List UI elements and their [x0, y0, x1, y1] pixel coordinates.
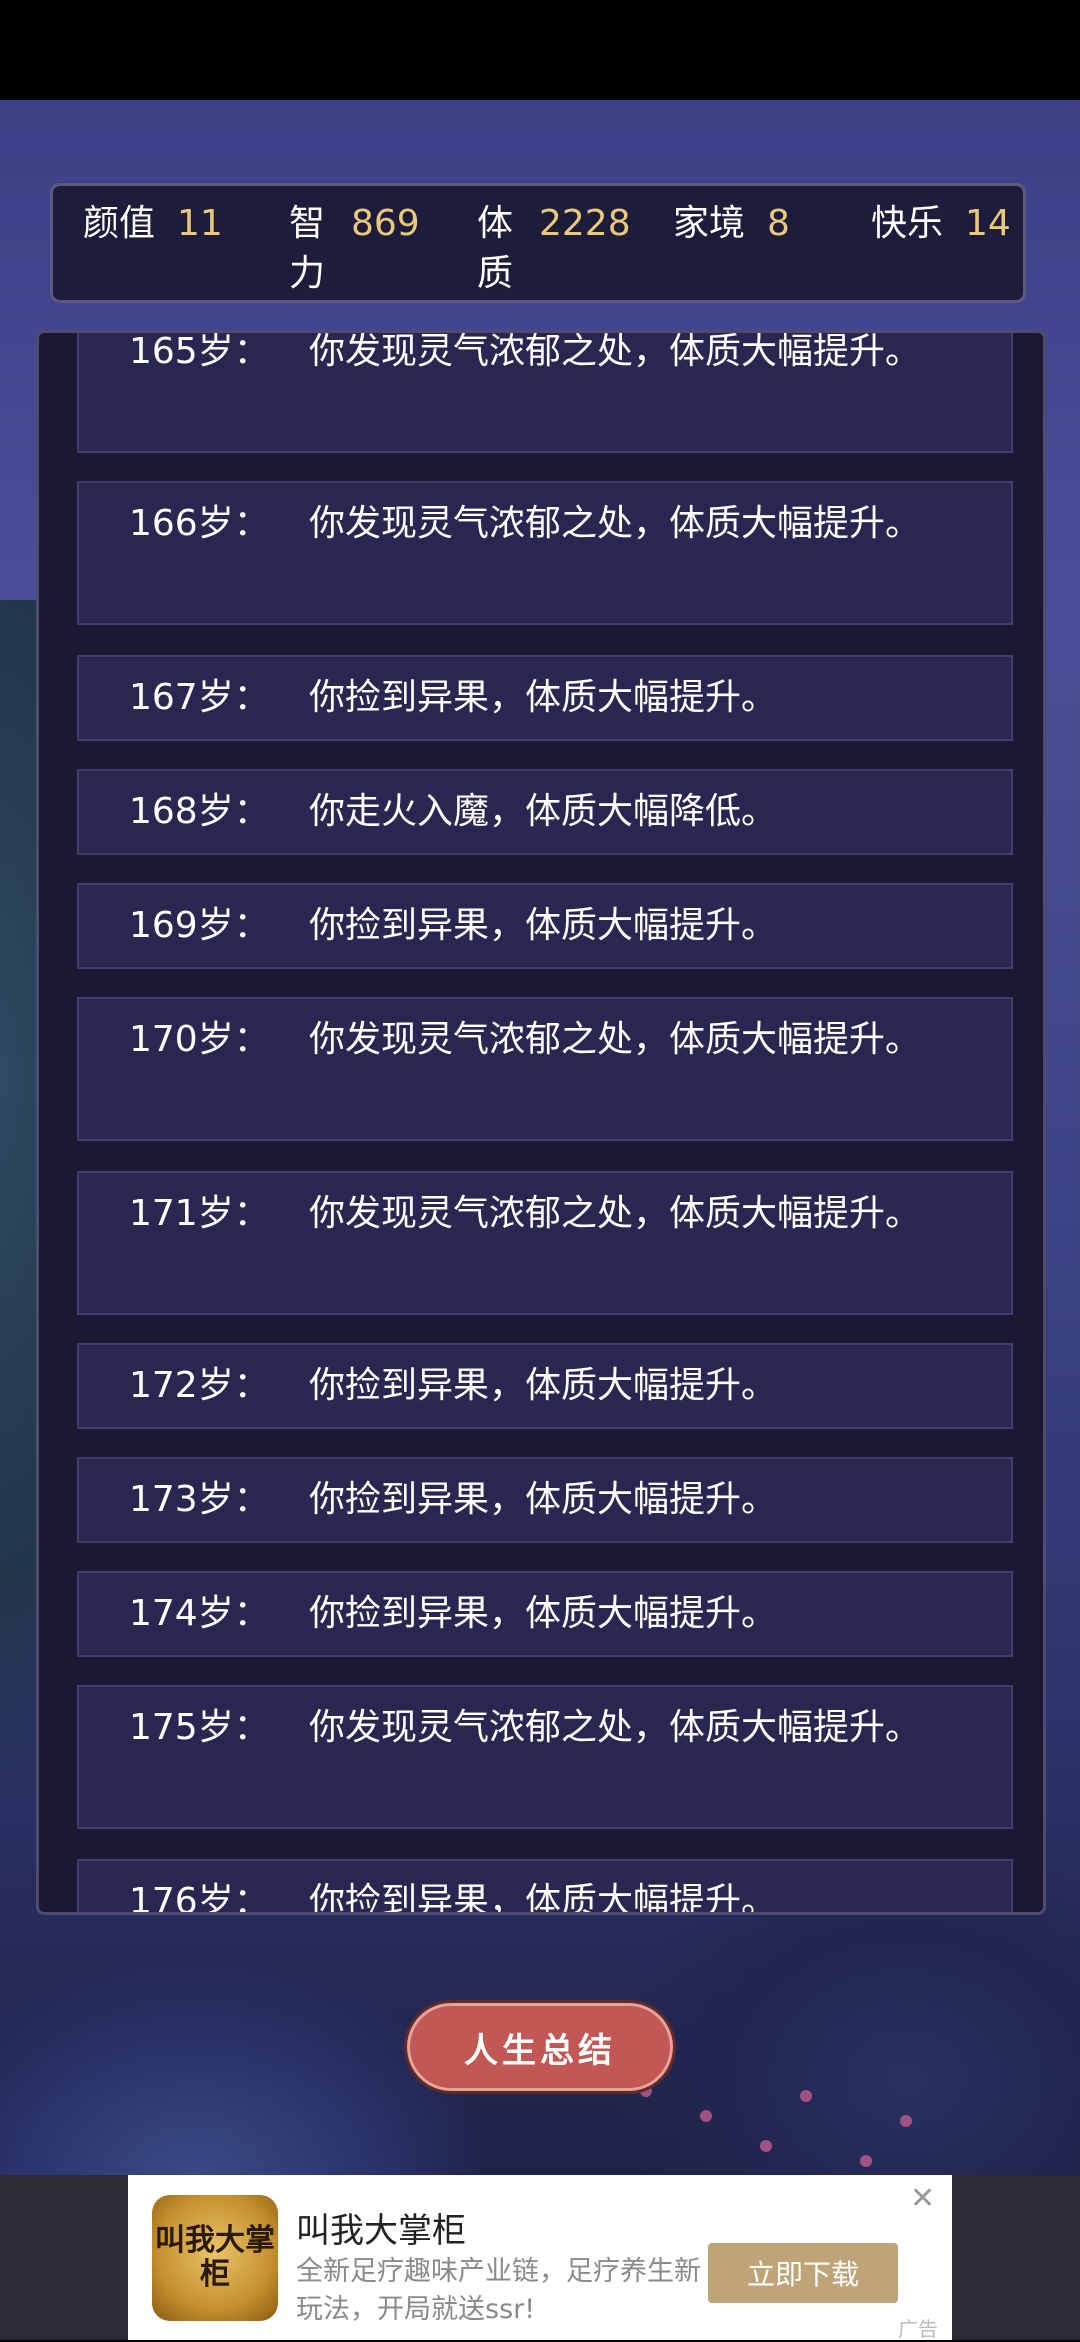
stat-label: 体质: [477, 203, 514, 294]
event-text: 你发现灵气浓郁之处，体质大幅提升。: [309, 1019, 922, 1060]
stat-value: 11: [177, 203, 223, 244]
ad-label: 广告: [898, 2317, 938, 2341]
ad-title[interactable]: 叫我大掌柜: [296, 2203, 466, 2252]
stat-value: 8: [767, 203, 790, 244]
event-item: 166岁： 你发现灵气浓郁之处，体质大幅提升。: [77, 481, 1013, 625]
event-age: 168岁：: [129, 791, 270, 832]
event-item: 169岁： 你捡到异果，体质大幅提升。: [77, 883, 1013, 969]
close-icon[interactable]: ✕: [910, 2181, 935, 2216]
ad-description[interactable]: 全新足疗趣味产业链，足疗养生新玩法，开局就送ssr!: [296, 2253, 706, 2329]
event-age: 172岁：: [129, 1365, 270, 1406]
event-item: 168岁： 你走火入魔，体质大幅降低。: [77, 769, 1013, 855]
stat-family: 家境 8: [673, 199, 790, 249]
event-age: 175岁：: [129, 1707, 270, 1748]
event-text: 你发现灵气浓郁之处，体质大幅提升。: [309, 331, 922, 372]
life-events-panel[interactable]: 165岁： 你发现灵气浓郁之处，体质大幅提升。 166岁： 你发现灵气浓郁之处，…: [36, 330, 1046, 1915]
event-text: 你发现灵气浓郁之处，体质大幅提升。: [309, 1193, 922, 1234]
stat-appearance: 颜值 11: [83, 199, 223, 249]
event-age: 166岁：: [129, 503, 270, 544]
event-age: 169岁：: [129, 905, 270, 946]
stat-intelligence: 智力 869: [289, 199, 420, 299]
event-text: 你捡到异果，体质大幅提升。: [309, 905, 778, 946]
stat-value: 14: [965, 203, 1011, 244]
event-text: 你发现灵气浓郁之处，体质大幅提升。: [309, 1707, 922, 1748]
event-text: 你发现灵气浓郁之处，体质大幅提升。: [309, 503, 922, 544]
event-text: 你捡到异果，体质大幅提升。: [309, 1479, 778, 1520]
ad-app-logo[interactable]: 叫我大掌柜: [152, 2195, 278, 2321]
event-text: 你走火入魔，体质大幅降低。: [309, 791, 778, 832]
stat-label: 家境: [673, 203, 746, 244]
stat-label: 智力: [289, 203, 326, 294]
event-age: 165岁：: [129, 331, 270, 372]
event-item: 170岁： 你发现灵气浓郁之处，体质大幅提升。: [77, 997, 1013, 1141]
event-age: 170岁：: [129, 1019, 270, 1060]
event-item: 165岁： 你发现灵气浓郁之处，体质大幅提升。: [77, 331, 1013, 453]
event-item: 171岁： 你发现灵气浓郁之处，体质大幅提升。: [77, 1171, 1013, 1315]
event-text: 你捡到异果，体质大幅提升。: [309, 1593, 778, 1634]
event-item: 167岁： 你捡到异果，体质大幅提升。: [77, 655, 1013, 741]
stat-constitution: 体质 2228: [477, 199, 631, 299]
ad-download-button[interactable]: 立即下载: [708, 2243, 898, 2303]
event-age: 174岁：: [129, 1593, 270, 1634]
event-age: 167岁：: [129, 677, 270, 718]
event-item: 173岁： 你捡到异果，体质大幅提升。: [77, 1457, 1013, 1543]
event-item: 174岁： 你捡到异果，体质大幅提升。: [77, 1571, 1013, 1657]
attributes-bar: 颜值 11 智力 869 体质 2228 家境 8 快乐 14: [50, 183, 1026, 303]
stat-label: 颜值: [83, 203, 156, 244]
event-item: 175岁： 你发现灵气浓郁之处，体质大幅提升。: [77, 1685, 1013, 1829]
event-age: 176岁：: [129, 1881, 270, 1915]
event-age: 173岁：: [129, 1479, 270, 1520]
stat-value: 869: [351, 203, 420, 244]
event-text: 你捡到异果，体质大幅提升。: [309, 677, 778, 718]
stat-value: 2228: [539, 203, 631, 244]
life-summary-button[interactable]: 人生总结: [404, 2000, 676, 2094]
ad-banner[interactable]: 叫我大掌柜 叫我大掌柜 全新足疗趣味产业链，足疗养生新玩法，开局就送ssr! 立…: [128, 2175, 952, 2341]
event-text: 你捡到异果，体质大幅提升。: [309, 1365, 778, 1406]
event-age: 171岁：: [129, 1193, 270, 1234]
event-item: 172岁： 你捡到异果，体质大幅提升。: [77, 1343, 1013, 1429]
event-text: 你捡到异果，体质大幅提升。: [309, 1881, 778, 1915]
stat-label: 快乐: [871, 203, 944, 244]
event-item: 176岁： 你捡到异果，体质大幅提升。: [77, 1859, 1013, 1915]
stat-happiness: 快乐 14: [871, 199, 1011, 249]
